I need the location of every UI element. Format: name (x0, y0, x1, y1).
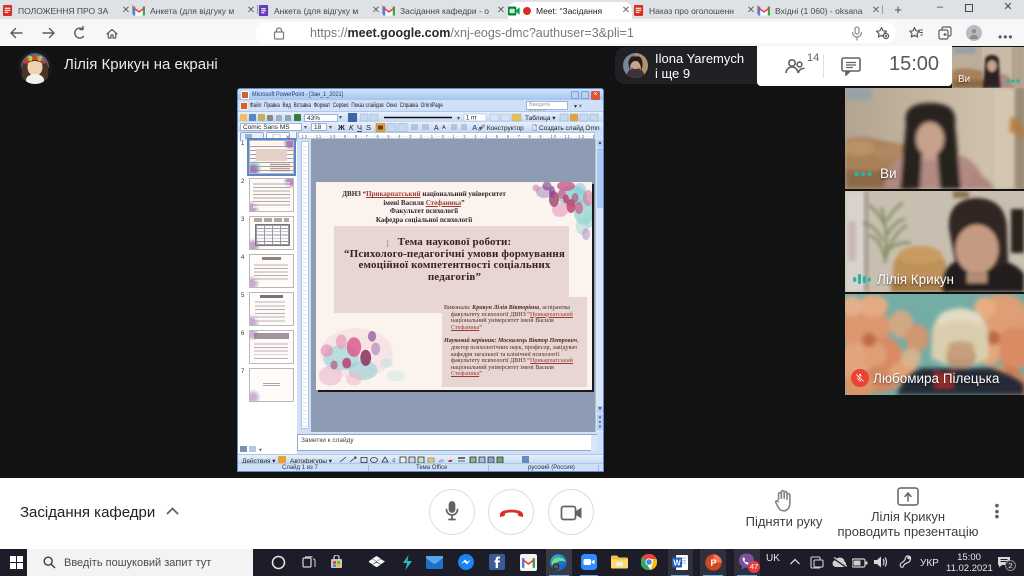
svg-text:P: P (710, 558, 716, 568)
svg-text:Ж: Ж (337, 123, 345, 132)
svg-text:А: А (442, 125, 446, 131)
svg-text:А: А (434, 125, 439, 132)
svg-text:1 пт: 1 пт (466, 116, 477, 122)
svg-text:К: К (349, 123, 354, 132)
svg-text:W: W (673, 558, 681, 567)
svg-text:Таблица ▾: Таблица ▾ (525, 114, 556, 122)
svg-text:🖉 Конструктор: 🖉 Конструктор (478, 124, 524, 132)
svg-text:▾: ▾ (259, 448, 262, 454)
svg-text:Ч: Ч (357, 123, 362, 132)
svg-text:🗋 Создать слайд OmniPage ▾: 🗋 Создать слайд OmniPage ▾ (532, 124, 600, 132)
svg-text:S: S (366, 123, 371, 132)
